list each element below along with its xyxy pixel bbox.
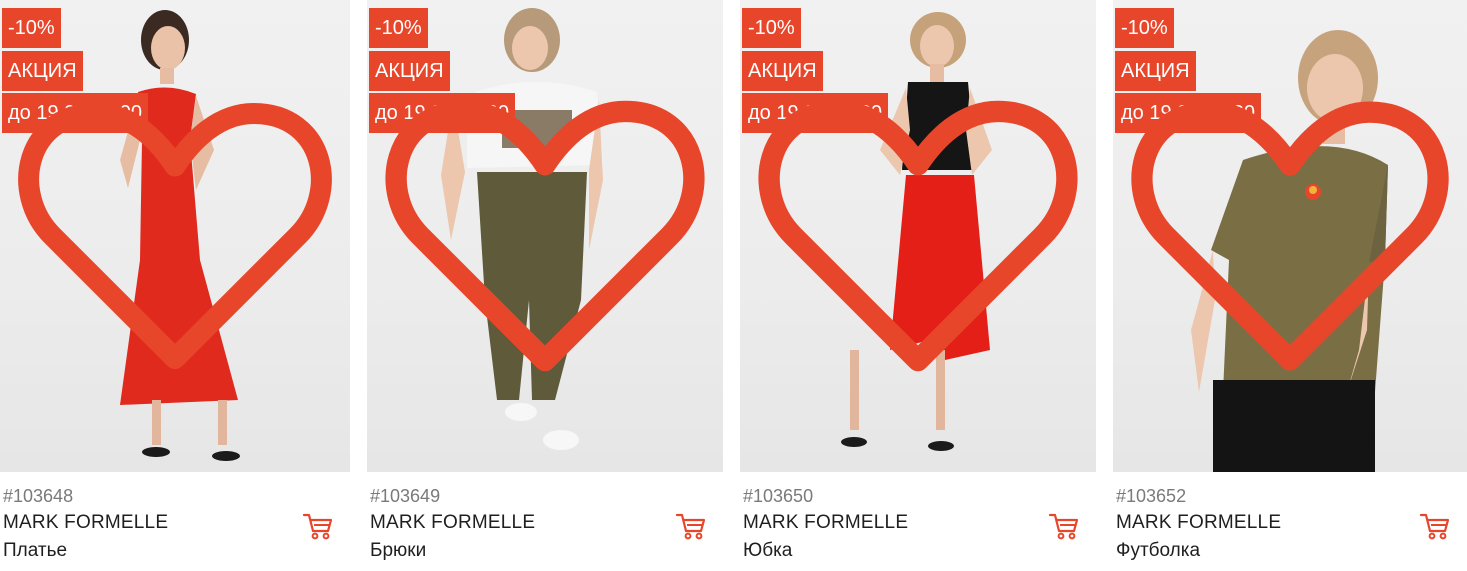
- heart-outline-icon[interactable]: [740, 0, 1096, 472]
- product-photo-trousers[interactable]: -10% АКЦИЯ до 19.04 12:00: [367, 0, 723, 472]
- heart-outline-icon[interactable]: [367, 0, 723, 472]
- product-info: #103648 MARK FORMELLE Платье: [3, 483, 168, 565]
- cart-icon[interactable]: [1419, 510, 1451, 542]
- product-card[interactable]: -10% АКЦИЯ до 19.04 12:00 #103648 MARK F…: [0, 0, 350, 571]
- product-title[interactable]: Юбка: [743, 537, 908, 565]
- product-brand[interactable]: MARK FORMELLE: [3, 509, 168, 537]
- product-info: #103650 MARK FORMELLE Юбка: [743, 483, 908, 565]
- heart-outline-icon[interactable]: [1113, 0, 1467, 472]
- product-title[interactable]: Футболка: [1116, 537, 1281, 565]
- cart-icon[interactable]: [675, 510, 707, 542]
- product-brand[interactable]: MARK FORMELLE: [370, 509, 535, 537]
- product-card[interactable]: -10% АКЦИЯ до 19.04 12:00 #103650 MARK F…: [740, 0, 1096, 571]
- product-card[interactable]: -10% АКЦИЯ до 19.04 12:00 #103649 MARK F…: [367, 0, 723, 571]
- product-brand[interactable]: MARK FORMELLE: [743, 509, 908, 537]
- product-sku: #103652: [1116, 486, 1187, 506]
- product-photo-dress[interactable]: -10% АКЦИЯ до 19.04 12:00: [0, 0, 350, 472]
- product-brand[interactable]: MARK FORMELLE: [1116, 509, 1281, 537]
- cart-icon[interactable]: [302, 510, 334, 542]
- product-photo-tshirt[interactable]: -10% АКЦИЯ до 19.04 12:00: [1113, 0, 1467, 472]
- product-title[interactable]: Платье: [3, 537, 168, 565]
- product-info: #103649 MARK FORMELLE Брюки: [370, 483, 535, 565]
- product-card[interactable]: -10% АКЦИЯ до 19.04 12:00 #103652 MARK F…: [1113, 0, 1467, 571]
- product-photo-skirt[interactable]: -10% АКЦИЯ до 19.04 12:00: [740, 0, 1096, 472]
- product-info: #103652 MARK FORMELLE Футболка: [1116, 483, 1281, 565]
- product-sku: #103650: [743, 486, 814, 506]
- product-grid: -10% АКЦИЯ до 19.04 12:00 #103648 MARK F…: [0, 0, 1467, 571]
- product-sku: #103649: [370, 486, 441, 506]
- cart-icon[interactable]: [1048, 510, 1080, 542]
- heart-outline-icon[interactable]: [0, 0, 350, 472]
- product-sku: #103648: [3, 486, 74, 506]
- product-title[interactable]: Брюки: [370, 537, 535, 565]
